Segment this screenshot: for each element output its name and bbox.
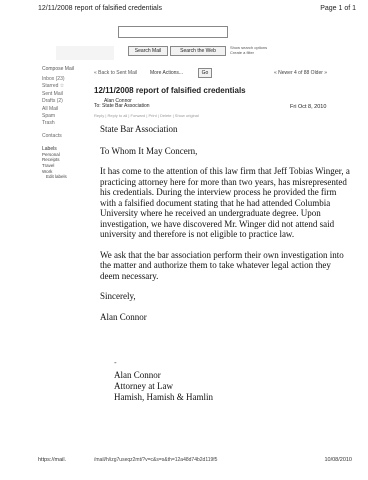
signature-title: Attorney at Law <box>114 381 173 391</box>
sidebar-item-inbox[interactable]: Inbox (23) <box>42 76 86 83</box>
sidebar-item-spam[interactable]: Spam <box>42 113 86 120</box>
search-input[interactable] <box>118 26 228 38</box>
search-web-button[interactable]: Search the Web <box>170 46 226 56</box>
print-header-title: 12/11/2008 report of falsified credentia… <box>38 5 163 12</box>
message-pager[interactable]: « Newer 4 of 88 Older » <box>274 70 327 76</box>
letter-address: State Bar Association <box>100 124 178 134</box>
letter-signer: Alan Connor <box>100 311 147 322</box>
more-actions-select[interactable]: More Actions... <box>150 70 183 76</box>
letter-body: State Bar Association To Whom It May Con… <box>100 124 350 332</box>
print-footer-url-start: https://mail. <box>38 457 67 463</box>
letter-paragraph: It has come to the attention of this law… <box>100 166 350 239</box>
print-footer-url: /mail/h/izg7useqz2mt/?v=c&s=s&th=12a48d7… <box>94 457 218 463</box>
edit-labels-link[interactable]: Edit labels <box>42 174 86 180</box>
sidebar: Compose Mail Inbox (23) Starred ☆ Sent M… <box>42 66 86 180</box>
message-recipient: To: State Bar Association <box>94 103 150 109</box>
message-subject: 12/11/2008 report of falsified credentia… <box>94 86 246 95</box>
search-options: Show search options Create a filter <box>230 45 290 55</box>
back-to-sent-mail-link[interactable]: « Back to Sent Mail <box>94 70 137 76</box>
letter-paragraph: We ask that the bar association perform … <box>100 249 344 281</box>
sidebar-item-trash[interactable]: Trash <box>42 120 86 127</box>
signature-block: Alan Connor Attorney at Law Hamish, Hami… <box>114 370 213 403</box>
sidebar-item-contacts[interactable]: Contacts <box>42 133 86 139</box>
signature-mark: - <box>114 358 117 367</box>
sidebar-item-drafts[interactable]: Drafts (2) <box>42 98 86 105</box>
signature-firm: Hamish, Hamish & Hamlin <box>114 392 213 402</box>
go-button[interactable]: Go <box>198 68 212 78</box>
sidebar-item-sent-mail[interactable]: Sent Mail <box>42 91 86 98</box>
message-date: Fri Oct 8, 2010 <box>290 104 327 110</box>
search-mail-button[interactable]: Search Mail <box>128 46 168 56</box>
signature-name: Alan Connor <box>114 370 161 380</box>
mail-logo[interactable] <box>56 46 114 60</box>
message-action-links[interactable]: Reply | Reply to all | Forward | Print |… <box>94 113 199 118</box>
letter-closing: Sincerely, <box>100 291 136 301</box>
print-page-number: Page 1 of 1 <box>320 5 356 12</box>
letter-salutation: To Whom It May Concern, <box>100 145 198 156</box>
sidebar-item-all-mail[interactable]: All Mail <box>42 106 86 113</box>
print-footer-date: 10/08/2010 <box>324 457 352 463</box>
sidebar-item-starred[interactable]: Starred ☆ <box>42 83 86 90</box>
create-filter-link[interactable]: Create a filter <box>230 50 290 55</box>
compose-mail-link[interactable]: Compose Mail <box>42 66 86 72</box>
